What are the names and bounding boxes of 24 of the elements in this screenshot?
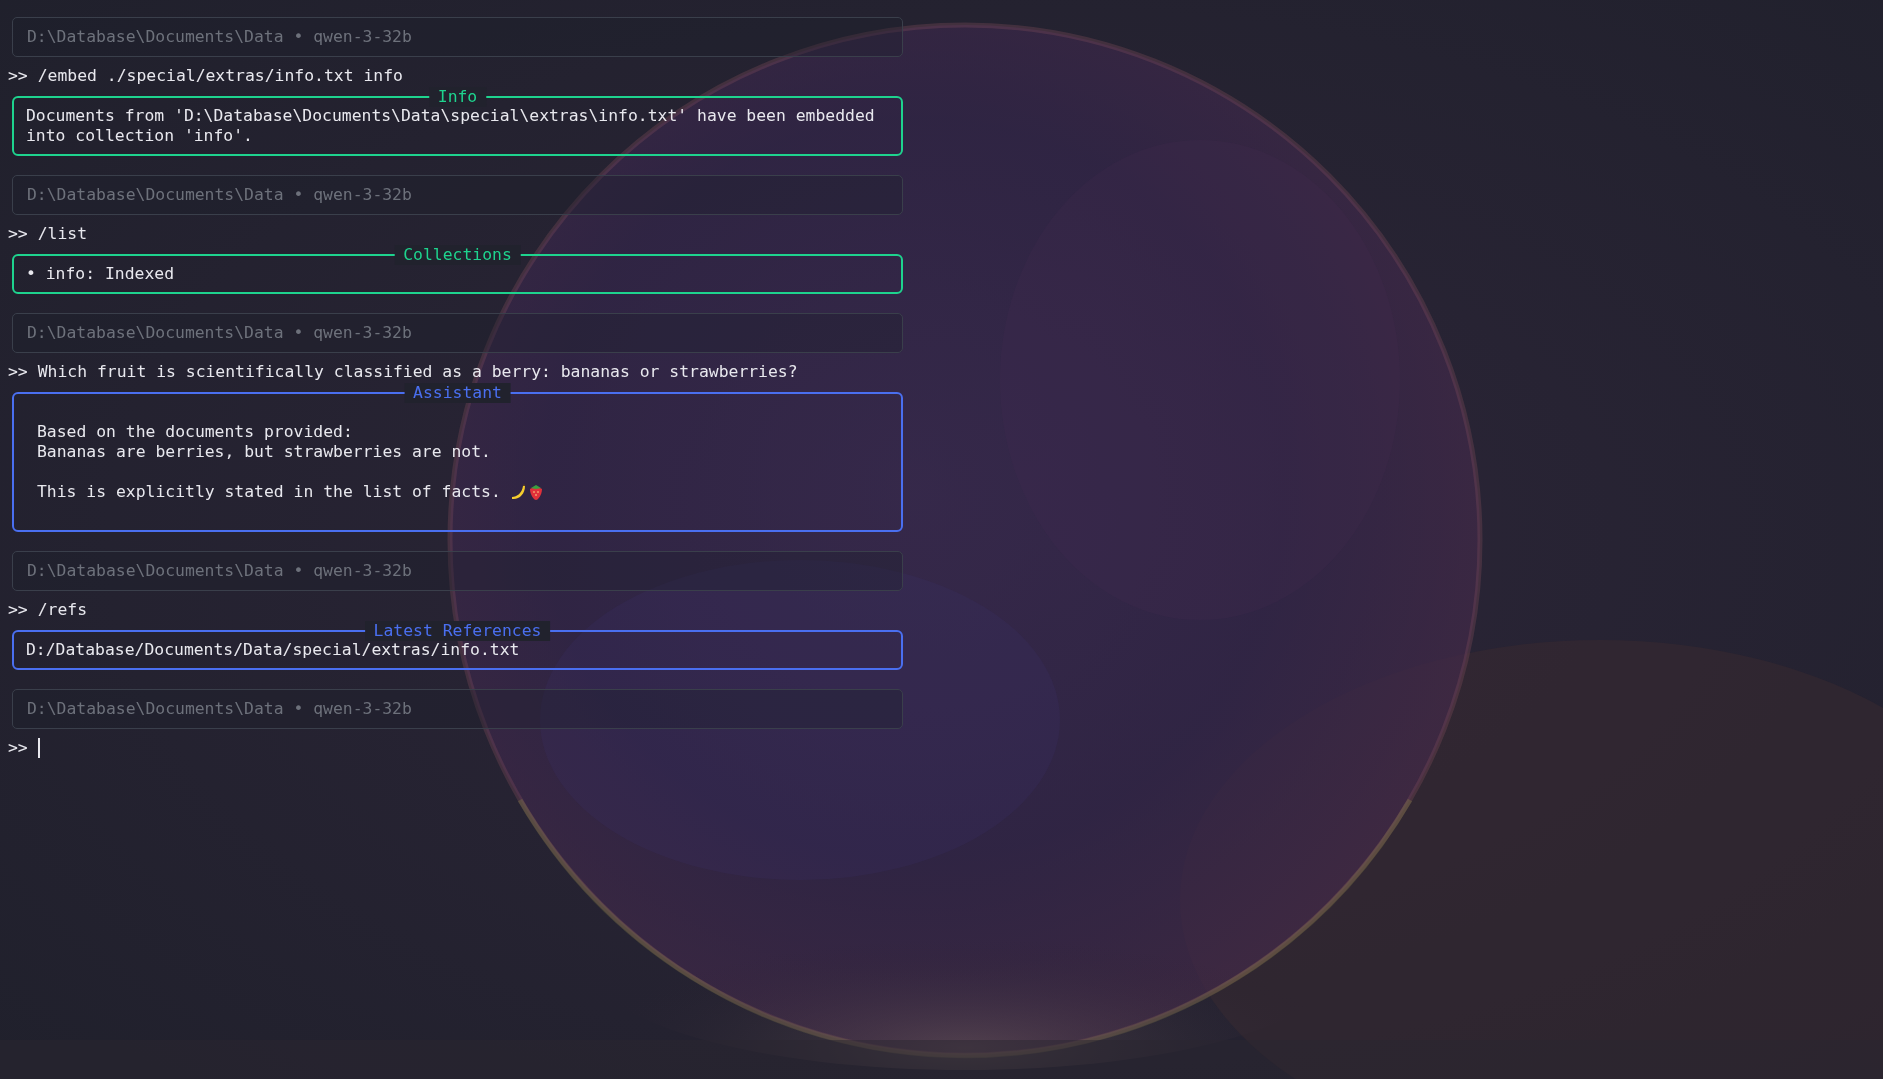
- prompt-marker: >>: [8, 362, 28, 382]
- prompt-marker: >>: [8, 738, 28, 758]
- status-text: D:\Database\Documents\Data • qwen-3-32b: [27, 699, 412, 719]
- output-text: Bananas are berries, but strawberries are not.: [37, 442, 491, 462]
- status-text: D:\Database\Documents\Data • qwen-3-32b: [27, 561, 412, 581]
- panel-title: Assistant: [404, 383, 511, 403]
- status-text: D:\Database\Documents\Data • qwen-3-32b: [27, 185, 412, 205]
- output-text: Documents from 'D:\Database\Documents\Data\special\extras\info.txt' have been embedded: [26, 106, 875, 126]
- output-text: • info: Indexed: [26, 264, 175, 284]
- output-text: into collection 'info'.: [26, 126, 253, 146]
- prompt-marker: >>: [8, 600, 28, 620]
- command-text: /refs: [37, 600, 88, 620]
- prompt-marker: >>: [8, 66, 28, 86]
- status-text: D:\Database\Documents\Data • qwen-3-32b: [27, 323, 412, 343]
- output-text: D:/Database/Documents/Data/special/extras/info.txt: [26, 640, 520, 660]
- prompt-marker: >>: [8, 224, 28, 244]
- status-text: D:\Database\Documents\Data • qwen-3-32b: [27, 27, 412, 47]
- command-text: Which fruit is scientifically classified as a berry: bananas or strawberries?: [37, 362, 798, 382]
- command-text: /embed ./special/extras/info.txt info: [37, 66, 403, 86]
- command-text: /list: [37, 224, 88, 244]
- output-text: Based on the documents provided:: [37, 422, 353, 442]
- panel-title: Latest References: [364, 621, 551, 641]
- panel-title: Collections: [394, 245, 521, 265]
- output-text: This is explicitly stated in the list of facts.: [37, 482, 501, 502]
